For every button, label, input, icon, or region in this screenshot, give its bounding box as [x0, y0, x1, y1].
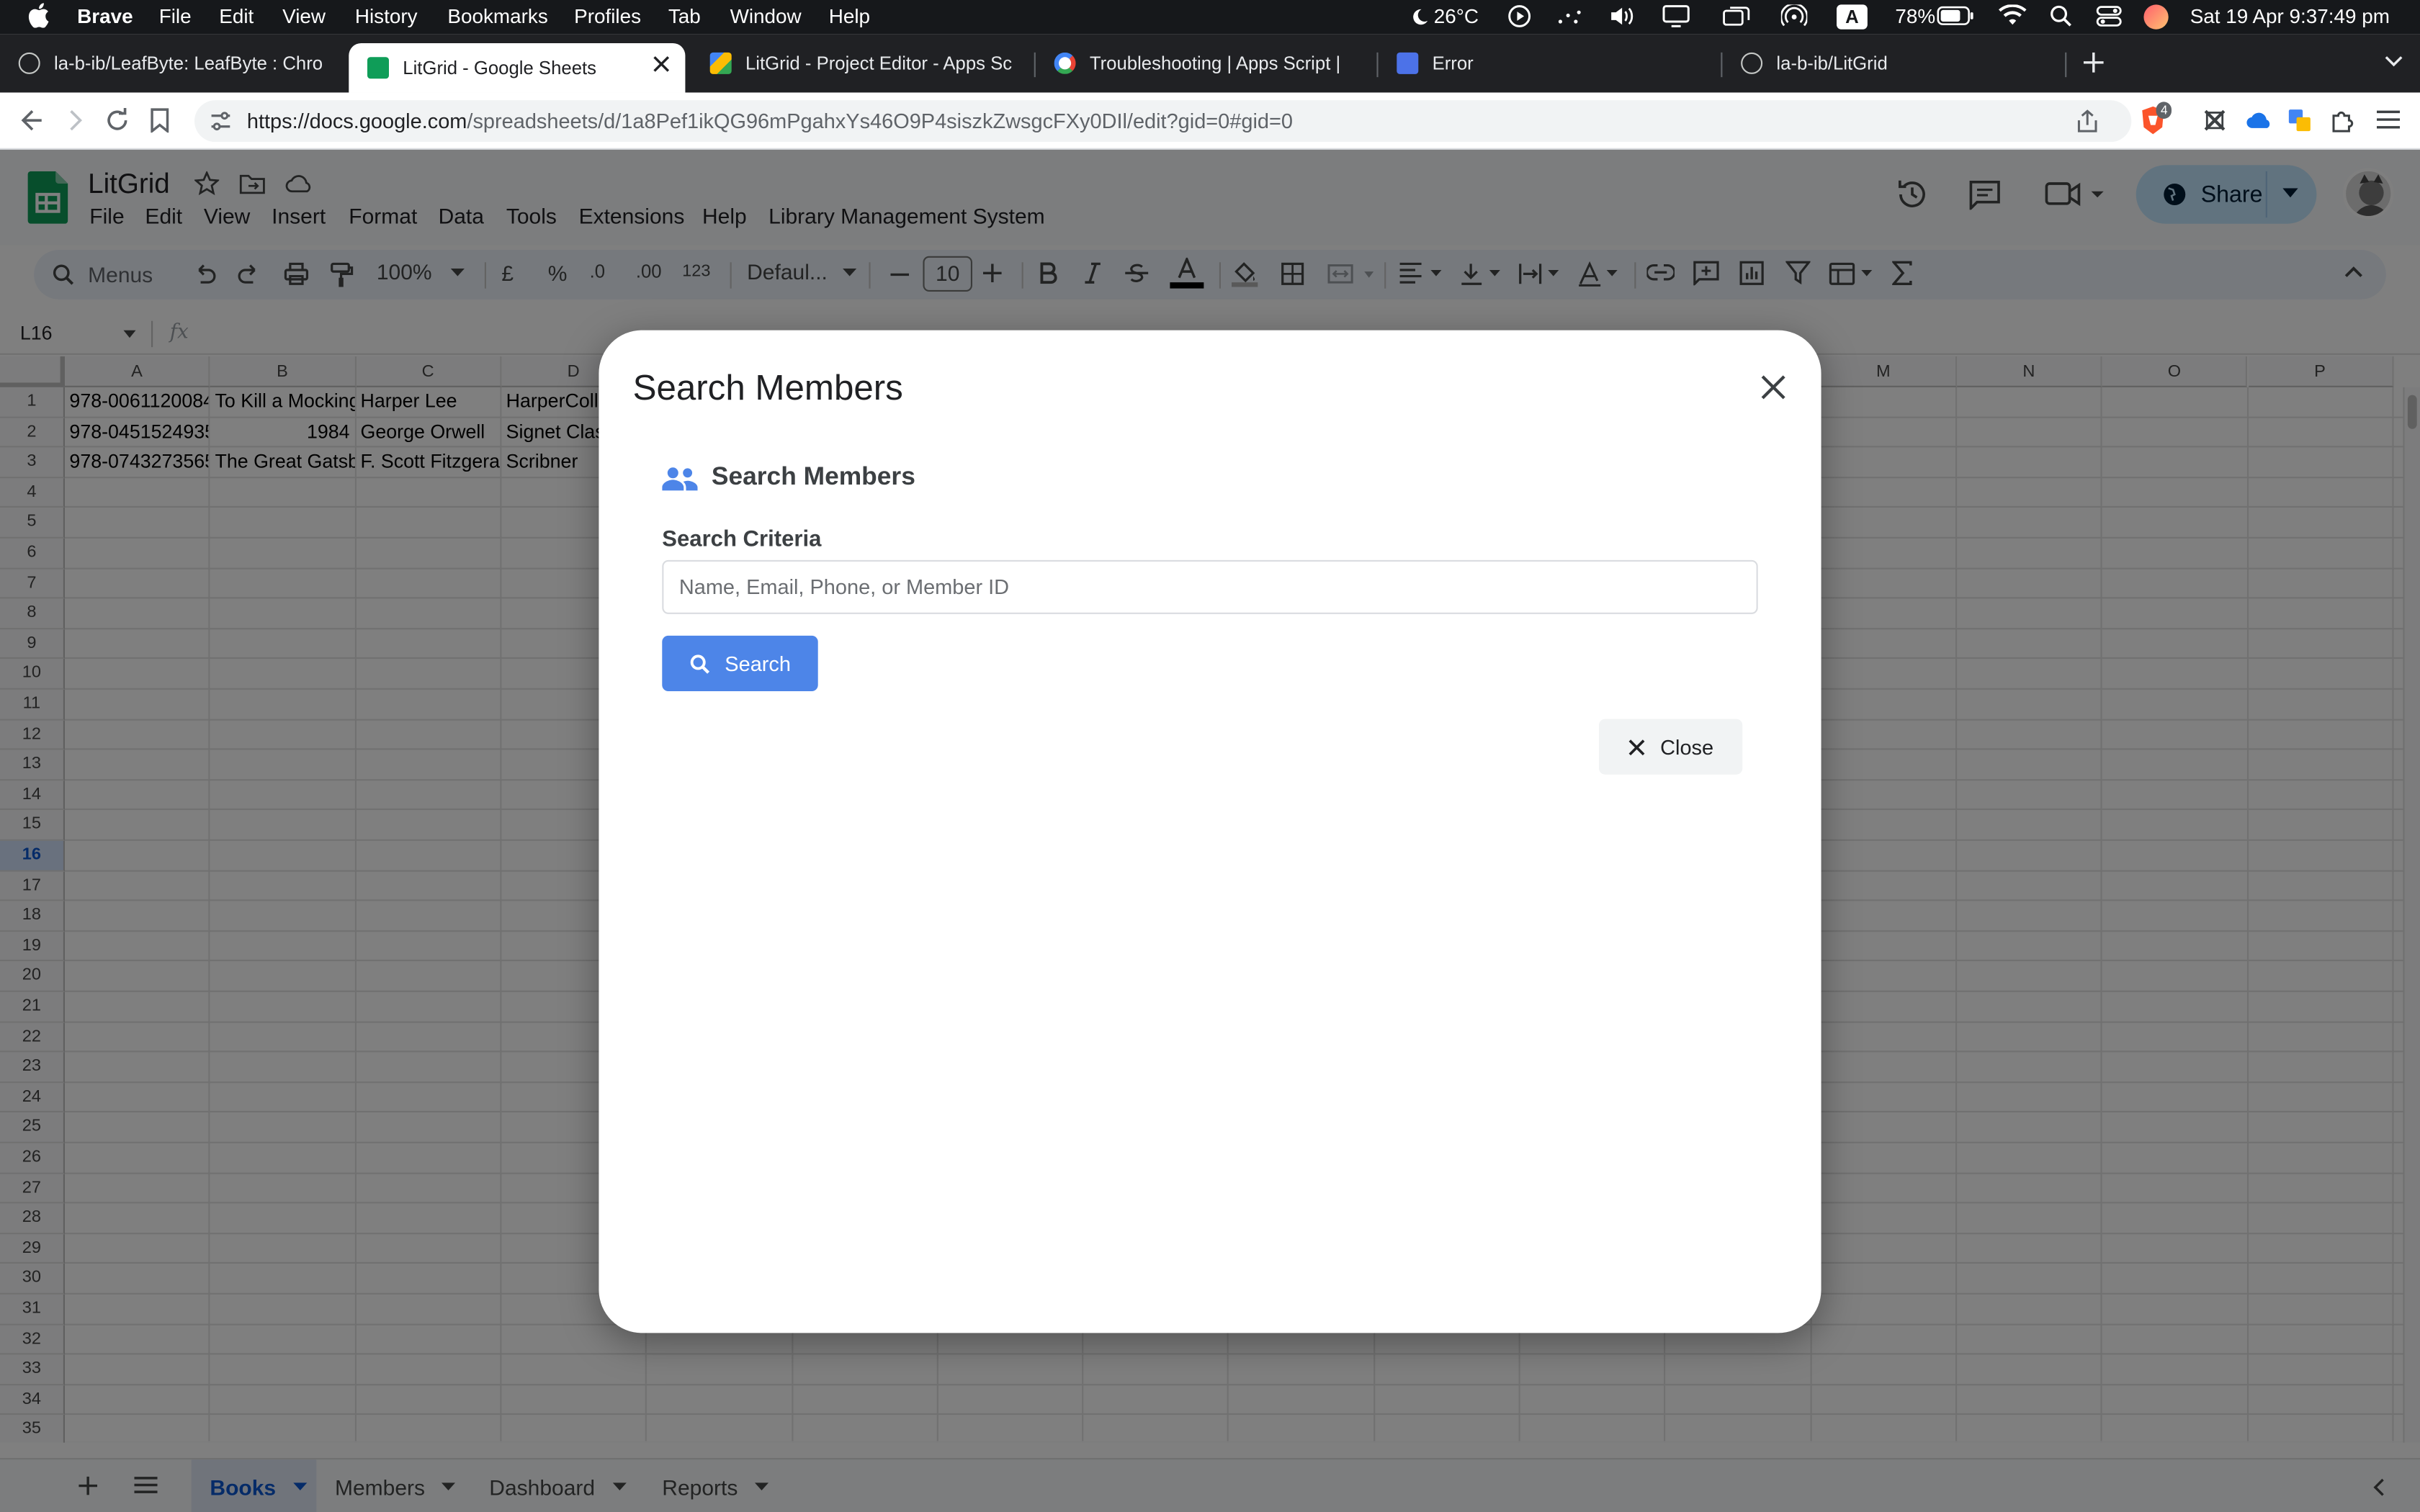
share-page-icon[interactable] — [2077, 109, 2097, 132]
control-center-icon[interactable] — [2096, 4, 2122, 27]
macos-menubar: Brave File Edit View History Bookmarks P… — [0, 0, 2420, 35]
close-button-label: Close — [1660, 735, 1714, 759]
menu-view[interactable]: View — [282, 4, 326, 27]
tab-title: LitGrid - Project Editor - Apps Sc — [745, 52, 1013, 74]
spotlight-search-icon[interactable] — [2050, 4, 2073, 27]
close-button[interactable]: Close — [1599, 719, 1743, 775]
wifi-icon[interactable] — [1999, 4, 2027, 26]
battery-icon[interactable] — [1937, 6, 1973, 27]
tab-title: la-b-ib/LeafByte: LeafByte : Chro — [54, 52, 323, 74]
play-icon[interactable] — [1508, 4, 1531, 27]
search-criteria-input[interactable] — [662, 559, 1758, 614]
menu-profiles[interactable]: Profiles — [574, 4, 641, 27]
dialog-body: Search Members Search Criteria Search — [662, 463, 1758, 691]
tab-title: LitGrid - Google Sheets — [403, 57, 597, 79]
browser-tab-apps-script-editor[interactable]: LitGrid - Project Editor - Apps Sc — [691, 40, 1028, 86]
site-settings-icon[interactable] — [210, 111, 231, 131]
cloud-extension-icon[interactable] — [2246, 111, 2274, 130]
windows-icon[interactable] — [1722, 4, 1750, 27]
shields-count-badge: 4 — [2156, 102, 2172, 119]
url-host: https://docs.google.com — [246, 109, 467, 133]
display-icon[interactable] — [1662, 4, 1690, 27]
dialog-close-icon[interactable] — [1760, 374, 1788, 402]
menu-help[interactable]: Help — [829, 4, 870, 27]
menu-tab[interactable]: Tab — [668, 4, 701, 27]
menu-history[interactable]: History — [355, 4, 418, 27]
url-bar[interactable]: https://docs.google.com/spreadsheets/d/1… — [194, 100, 2132, 143]
extension-rewards-icon[interactable] — [2202, 108, 2227, 132]
browser-menu-icon[interactable] — [2377, 109, 2401, 130]
weather-temp: 26°C — [1433, 4, 1479, 28]
siri-icon[interactable] — [2143, 4, 2169, 30]
close-icon — [1628, 738, 1645, 755]
people-icon — [662, 465, 698, 490]
weather-widget[interactable]: 26°C — [1411, 4, 1479, 28]
menu-edit[interactable]: Edit — [219, 4, 254, 27]
tab-title: Troubleshooting | Apps Script | — [1089, 52, 1341, 74]
moon-icon — [1413, 8, 1428, 24]
menu-bookmarks[interactable]: Bookmarks — [447, 4, 547, 27]
browser-tab-litgrid-repo[interactable]: la-b-ib/LitGrid — [1722, 40, 2058, 86]
github-icon — [1741, 52, 1763, 74]
browser-tab-strip: la-b-ib/LeafByte: LeafByte : Chro LitGri… — [0, 34, 2420, 93]
search-button[interactable]: Search — [662, 635, 818, 691]
search-members-dialog: Search Members Search Members Search Cri… — [599, 330, 1821, 1333]
browser-tab-error[interactable]: Error — [1379, 40, 1718, 86]
dialog-heading: Search Members — [662, 463, 1757, 492]
dialog-heading-label: Search Members — [711, 462, 915, 491]
app-name[interactable]: Brave — [77, 4, 133, 27]
browser-tab-litgrid-sheets[interactable]: LitGrid - Google Sheets — [349, 43, 686, 93]
menu-file[interactable]: File — [159, 4, 192, 27]
menu-window[interactable]: Window — [730, 4, 802, 27]
dialog-title: Search Members — [632, 366, 903, 408]
apps-script-icon — [709, 52, 732, 74]
reload-icon[interactable] — [105, 108, 130, 132]
search-criteria-label: Search Criteria — [662, 527, 822, 553]
airdrop-icon[interactable] — [1780, 4, 1808, 27]
apple-menu-icon[interactable] — [28, 3, 50, 28]
clock[interactable]: Sat 19 Apr 9:37:49 pm — [2190, 4, 2390, 27]
search-icon — [689, 654, 709, 674]
address-toolbar: https://docs.google.com/spreadsheets/d/1… — [0, 92, 2420, 150]
dots-icon[interactable] — [1556, 4, 1584, 27]
keyboard-input-badge[interactable]: A — [1837, 4, 1868, 30]
url-path: /spreadsheets/d/1a8Pef1ikQG96mPgahxYs46O… — [467, 109, 1293, 133]
new-tab-icon[interactable] — [2083, 52, 2104, 73]
translate-extension-icon[interactable] — [2287, 108, 2312, 132]
back-icon[interactable] — [20, 109, 42, 131]
battery-percent: 78% — [1895, 4, 1936, 28]
tab-title: Error — [1432, 52, 1474, 74]
search-button-label: Search — [725, 652, 791, 675]
tab-title: la-b-ib/LitGrid — [1776, 52, 1888, 74]
browser-tab-leafbyte[interactable]: la-b-ib/LeafByte: LeafByte : Chro — [0, 40, 343, 86]
google-icon — [1054, 52, 1076, 74]
tab-search-chevron-icon[interactable] — [2385, 55, 2403, 68]
bookmark-icon[interactable] — [150, 108, 170, 133]
github-icon — [18, 52, 40, 74]
volume-icon[interactable] — [1608, 4, 1636, 27]
browser-tab-troubleshooting[interactable]: Troubleshooting | Apps Script | — [1036, 40, 1372, 86]
arrow-icon — [1397, 52, 1419, 74]
extensions-puzzle-icon[interactable] — [2331, 108, 2357, 134]
sheets-icon — [367, 57, 389, 79]
close-tab-icon[interactable] — [653, 55, 670, 73]
forward-icon[interactable] — [62, 109, 84, 131]
